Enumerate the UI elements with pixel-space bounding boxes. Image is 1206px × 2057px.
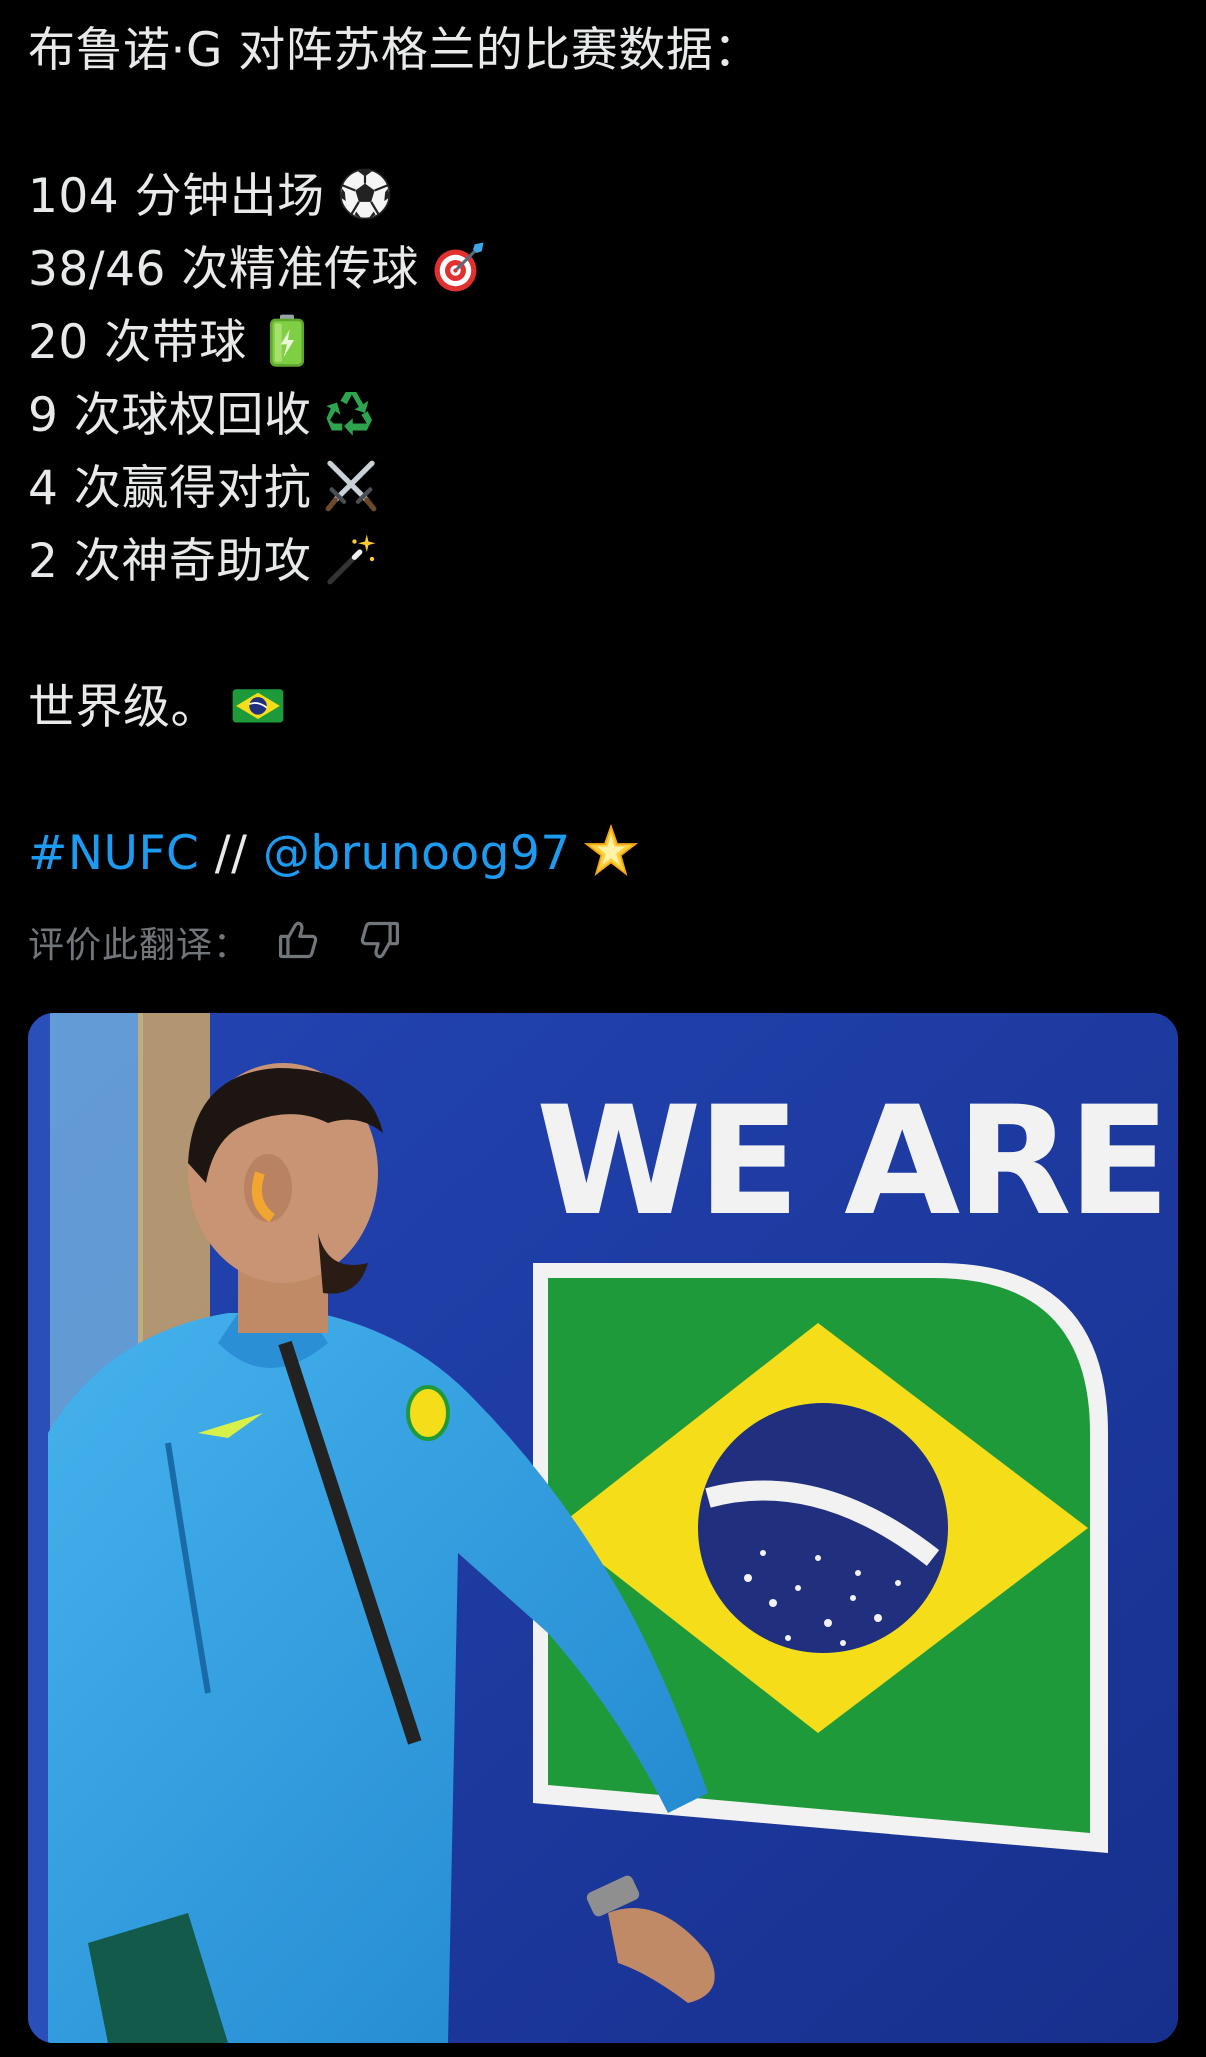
hashtag-link[interactable]: #NUFC xyxy=(28,826,199,881)
stat-text: 104 分钟出场 xyxy=(28,169,325,224)
translation-rating-label: 评价此翻译： xyxy=(28,925,251,966)
tweet-title-text: 布鲁诺·G 对阵苏格兰的比赛数据： xyxy=(28,23,761,78)
brazil-flag-globe xyxy=(698,1403,948,1653)
photo-illustration: WE ARE xyxy=(28,1013,1178,2043)
summary-line: 世界级。 xyxy=(28,671,1168,744)
stat-text: 9 次球权回收 xyxy=(28,388,312,443)
summary-text: 世界级。 xyxy=(28,680,218,735)
tags-line: #NUFC // @brunoog97 xyxy=(28,817,1168,890)
stat-line-recoveries: 9 次球权回收 xyxy=(28,379,1168,452)
thumbs-down-button[interactable] xyxy=(354,916,406,968)
thumbs-up-icon xyxy=(276,918,320,966)
stat-line-duels: 4 次赢得对抗 xyxy=(28,452,1168,525)
stat-text: 2 次神奇助攻 xyxy=(28,534,312,589)
tweet-text: 布鲁诺·G 对阵苏格兰的比赛数据： 104 分钟出场 38/46 次精准传球 2… xyxy=(28,14,1168,890)
stat-text: 38/46 次精准传球 xyxy=(28,242,419,297)
crossed-swords-icon xyxy=(323,458,379,514)
battery-icon xyxy=(259,312,315,368)
tweet-title-line: 布鲁诺·G 对阵苏格兰的比赛数据： xyxy=(28,14,1168,87)
stat-line-dribbles: 20 次带球 xyxy=(28,306,1168,379)
tweet-media-image[interactable]: WE ARE xyxy=(28,1013,1178,2043)
stat-line-passes: 38/46 次精准传球 xyxy=(28,233,1168,306)
stat-text: 20 次带球 xyxy=(28,315,247,370)
thumbs-up-button[interactable] xyxy=(272,916,324,968)
mention-link[interactable]: @brunoog97 xyxy=(263,826,571,881)
translation-rating-row: 评价此翻译： xyxy=(28,912,406,972)
stat-line-assists: 2 次神奇助攻 xyxy=(28,525,1168,598)
recycle-icon xyxy=(323,385,379,441)
magic-wand-icon xyxy=(323,531,379,587)
edge-stripe xyxy=(28,1013,50,2043)
thumbs-down-icon xyxy=(358,918,402,966)
separator-text: // xyxy=(214,826,248,881)
we-are-banner-text: WE ARE xyxy=(536,1075,1166,1249)
stat-text: 4 次赢得对抗 xyxy=(28,461,312,516)
brazil-flag-icon xyxy=(230,677,286,733)
stat-line-minutes: 104 分钟出场 xyxy=(28,160,1168,233)
glowing-star-icon xyxy=(583,823,639,879)
soccer-ball-icon xyxy=(337,166,393,222)
target-dart-icon xyxy=(431,239,487,295)
